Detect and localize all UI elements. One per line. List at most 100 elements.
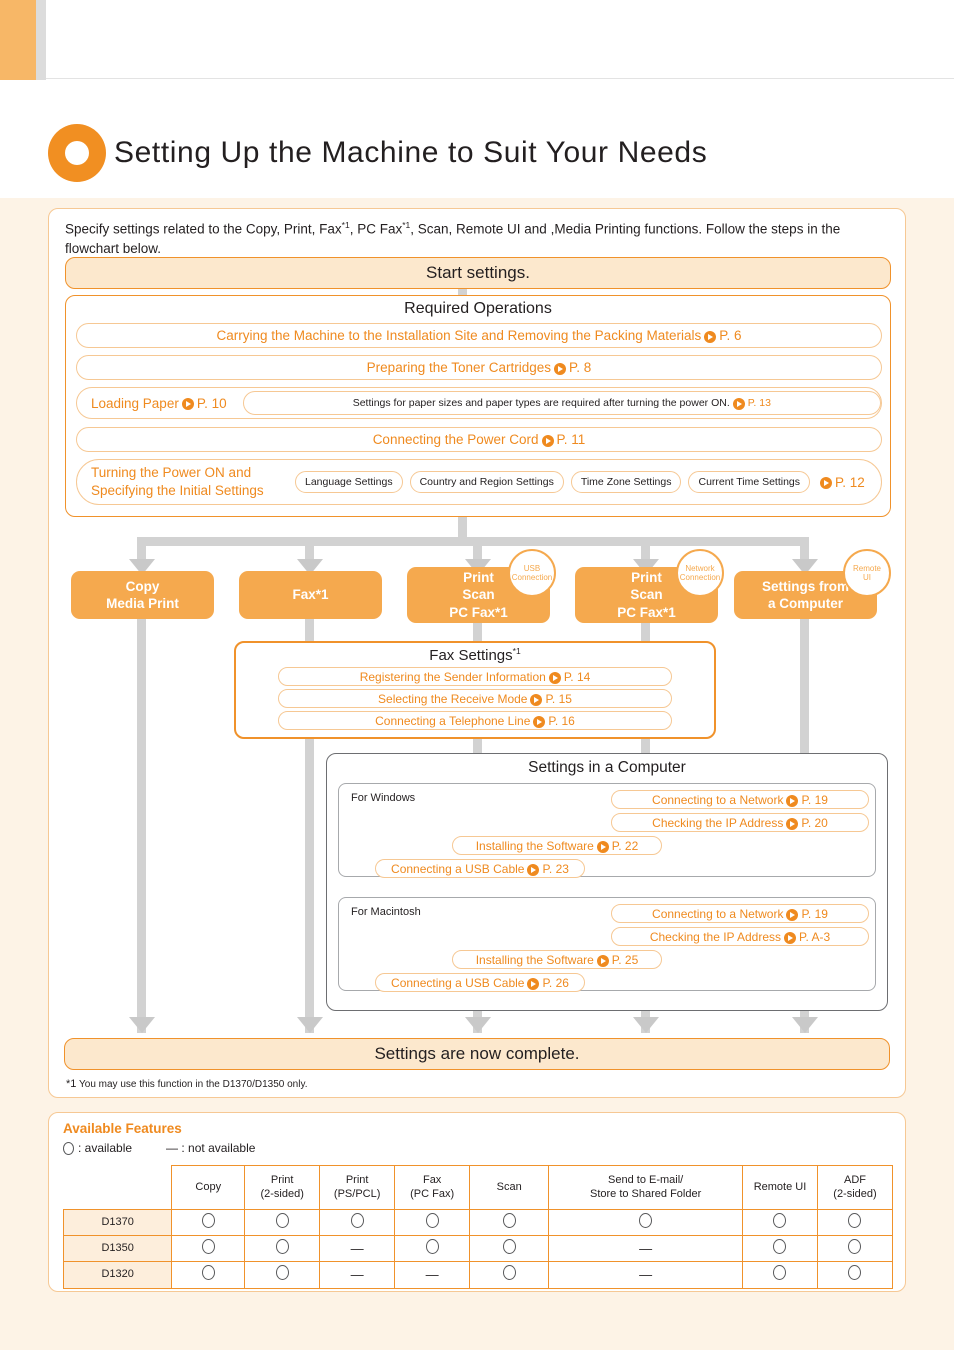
badge-network-line-2: Connection [679, 573, 721, 582]
arrow-circle-icon [554, 362, 567, 375]
required-row-loading-paper-label: Loading Paper [91, 395, 179, 411]
page-link-win-p19[interactable]: P. 19 [783, 793, 828, 807]
page-link-mac-pa3[interactable]: P. A-3 [781, 930, 830, 944]
chip-current-time-settings[interactable]: Current Time Settings [688, 471, 811, 493]
chip-time-zone-settings[interactable]: Time Zone Settings [570, 471, 682, 493]
feat-cell-value [816, 1261, 894, 1289]
page-link-win-p22[interactable]: P. 22 [594, 839, 638, 853]
circle-available-icon [502, 1265, 516, 1281]
windows-row-checking-ip[interactable]: Checking the IP Address P. 20 [611, 813, 869, 832]
windows-row-installing-software[interactable]: Installing the Software P. 22 [452, 836, 662, 855]
fax-row-receive-mode[interactable]: Selecting the Receive Mode P. 15 [278, 689, 672, 708]
branch-network-line-1: Print [631, 570, 662, 586]
windows-settings-group: For Windows Connecting to a Network P. 1… [338, 783, 876, 878]
circle-available-icon [502, 1239, 516, 1255]
arrow-circle-icon [181, 398, 194, 410]
feat-cell-value [319, 1208, 396, 1237]
arrow-circle-icon [732, 398, 745, 410]
connector-stem-branch [458, 517, 467, 537]
page-link-p14[interactable]: P. 14 [546, 670, 590, 684]
circle-available-icon [201, 1239, 215, 1255]
feat-cell-model: D1370 [62, 1208, 173, 1237]
circle-available-icon [275, 1265, 289, 1281]
legend-available: : available [63, 1141, 132, 1155]
mac-row-installing-software[interactable]: Installing the Software P. 25 [452, 950, 662, 969]
paper-settings-note[interactable]: Settings for paper sizes and paper types… [242, 391, 881, 415]
feat-cell-value [171, 1235, 246, 1263]
fax-row-sender-information[interactable]: Registering the Sender Information P. 14 [278, 667, 672, 686]
circle-available-icon [773, 1265, 787, 1281]
dash-not-available-icon: — [425, 1266, 439, 1282]
page-link-p12[interactable]: P. 12 [817, 475, 865, 490]
page-title-row: Setting Up the Machine to Suit Your Need… [48, 122, 928, 184]
arrow-circle-icon [541, 434, 554, 447]
computer-settings-title: Settings in a Computer [528, 759, 686, 776]
arrow-circle-icon [784, 931, 797, 944]
page-link-mac-p25[interactable]: P. 25 [594, 953, 638, 967]
required-row-carrying-label: Carrying the Machine to the Installation… [216, 328, 702, 343]
arrowhead-final-1 [128, 1017, 155, 1033]
dash-not-available-icon: — [639, 1266, 653, 1282]
branch-copy-media-print[interactable]: Copy Media Print [71, 571, 214, 619]
mac-row-connecting-usb-label: Connecting a USB Cable [391, 975, 525, 990]
fax-settings-title: Fax Settings*1 [236, 646, 714, 664]
mac-row-connecting-network[interactable]: Connecting to a Network P. 19 [611, 904, 869, 923]
feat-header-adf-2sided: ADF (2-sided) [816, 1165, 894, 1210]
page-link-mac-p19[interactable]: P. 19 [783, 907, 828, 921]
page-link-p13[interactable]: P. 13 [730, 397, 771, 410]
arrow-circle-icon [786, 817, 799, 830]
branch-fax[interactable]: Fax*1 [239, 571, 382, 619]
required-row-carrying[interactable]: Carrying the Machine to the Installation… [76, 323, 882, 348]
connector-drop-5 [800, 537, 809, 559]
required-row-initial-settings[interactable]: Turning the Power ON and Specifying the … [76, 459, 882, 505]
chip-country-region-settings[interactable]: Country and Region Settings [409, 471, 564, 493]
connector-drop-2 [305, 537, 314, 559]
circle-available-icon [425, 1213, 439, 1228]
mac-row-checking-ip[interactable]: Checking the IP Address P. A-3 [611, 927, 869, 946]
page-link-p15[interactable]: P. 15 [527, 692, 572, 706]
arrow-circle-icon [527, 863, 540, 876]
required-row-toner[interactable]: Preparing the Toner Cartridges P. 8 [76, 355, 882, 380]
page-link-win-p20[interactable]: P. 20 [783, 816, 828, 830]
feat-header-scan: Scan [469, 1165, 550, 1210]
mac-row-connecting-usb[interactable]: Connecting a USB Cable P. 26 [375, 973, 585, 992]
feat-header-send-email: Send to E-mail/ Store to Shared Folder [548, 1165, 743, 1210]
windows-row-connecting-usb[interactable]: Connecting a USB Cable P. 23 [375, 859, 585, 878]
feat-cell-value: — [394, 1261, 471, 1289]
circle-available-icon [848, 1265, 862, 1281]
footnote: *1 You may use this function in the D137… [66, 1078, 308, 1090]
page-link-mac-p26[interactable]: P. 26 [524, 976, 569, 990]
feat-cell-value [171, 1208, 246, 1237]
dash-not-available-icon: — [350, 1266, 364, 1282]
feat-header-corner [63, 1165, 173, 1210]
page-link-p8[interactable]: P. 8 [551, 360, 591, 375]
required-row-loading-paper[interactable]: Loading Paper P. 10 Settings for paper s… [76, 387, 882, 419]
feat-cell-value: — [319, 1261, 396, 1289]
branch-usb-line-3: PC Fax*1 [449, 604, 508, 620]
start-settings-band: Start settings. [65, 257, 891, 289]
page-link-p10[interactable]: P. 10 [179, 396, 227, 411]
settings-complete-band: Settings are now complete. [64, 1038, 890, 1070]
page-link-p16[interactable]: P. 16 [530, 714, 575, 728]
paper-settings-note-label: Settings for paper sizes and paper types… [352, 397, 730, 409]
required-row-power-cord[interactable]: Connecting the Power Cord P. 11 [76, 427, 882, 452]
required-operations-box: Required Operations Carrying the Machine… [65, 295, 891, 517]
required-row-toner-label: Preparing the Toner Cartridges [366, 360, 552, 375]
badge-remote-line-2: UI [863, 573, 871, 582]
chip-language-settings[interactable]: Language Settings [295, 471, 403, 493]
fax-row-telephone-line[interactable]: Connecting a Telephone Line P. 16 [278, 711, 672, 730]
mac-row-installing-software-label: Installing the Software [475, 952, 594, 967]
arrow-circle-icon [548, 671, 561, 684]
page-link-p11[interactable]: P. 11 [539, 432, 585, 447]
available-features-legend: : available — : not available [63, 1141, 255, 1155]
arrow-circle-icon [596, 840, 609, 853]
title-ring-icon [48, 124, 106, 182]
branch-network-line-3: PC Fax*1 [617, 604, 676, 620]
legend-available-label: : available [78, 1141, 133, 1155]
fax-settings-box: Fax Settings*1 Registering the Sender In… [234, 641, 716, 739]
windows-row-connecting-network[interactable]: Connecting to a Network P. 19 [611, 790, 869, 809]
circle-available-icon [639, 1213, 653, 1228]
connector-long-1 [137, 575, 146, 1033]
page-link-p6[interactable]: P. 6 [701, 328, 742, 343]
page-link-win-p23[interactable]: P. 23 [524, 862, 569, 876]
